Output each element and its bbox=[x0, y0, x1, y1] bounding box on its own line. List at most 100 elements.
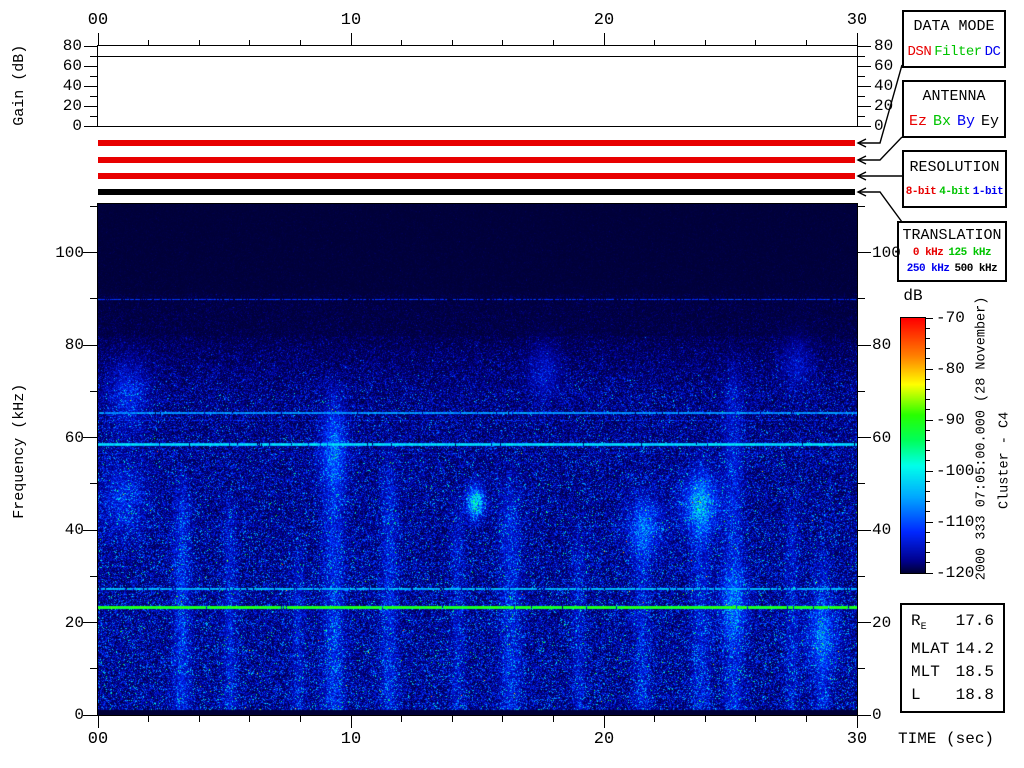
colorbar-minor-tick bbox=[925, 378, 930, 380]
data-mode-option-filter: Filter bbox=[934, 43, 982, 60]
colorbar-tick-label: -70 bbox=[936, 309, 965, 327]
top-axis-minor-tick bbox=[805, 40, 807, 46]
bottom-axis-major-tick bbox=[350, 715, 352, 728]
info-value-l: 18.8 bbox=[955, 685, 994, 704]
colorbar-tick-label: -100 bbox=[936, 462, 975, 480]
gain-minor-tick-left bbox=[90, 115, 98, 117]
freq-major-tick-left bbox=[83, 252, 98, 254]
bottom-axis-minor-tick bbox=[198, 715, 200, 722]
top-axis-minor-tick bbox=[502, 40, 504, 46]
freq-tick-label-left: 20 bbox=[64, 613, 84, 632]
colorbar-tick-label: -110 bbox=[936, 513, 975, 531]
status-bar-2 bbox=[98, 157, 855, 163]
freq-minor-tick-right bbox=[857, 390, 865, 392]
translation-option-500khz: 500 kHz bbox=[954, 263, 998, 276]
colorbar-minor-tick bbox=[925, 460, 930, 462]
colorbar-minor-tick bbox=[925, 327, 930, 329]
colorbar-minor-tick bbox=[925, 552, 930, 554]
bottom-axis-minor-tick bbox=[654, 715, 656, 722]
info-row-mlt: MLT 18.5 bbox=[911, 664, 994, 680]
freq-major-tick-right bbox=[857, 437, 871, 439]
colorbar-minor-tick bbox=[925, 480, 930, 482]
info-value-re: 17.6 bbox=[955, 612, 994, 631]
freq-major-tick-right bbox=[857, 252, 871, 254]
resolution-arrowhead bbox=[856, 171, 867, 181]
colorbar-minor-tick bbox=[925, 439, 930, 441]
freq-tick-label-left: 0 bbox=[74, 706, 84, 724]
translation-title: TRANSLATION bbox=[902, 226, 1002, 244]
top-axis-minor-tick bbox=[704, 40, 706, 46]
colorbar-minor-tick bbox=[925, 531, 930, 533]
freq-tick-label-right: 100 bbox=[872, 243, 901, 262]
freq-minor-tick-left bbox=[90, 483, 98, 485]
resolution-option-1bit: 1-bit bbox=[972, 186, 1004, 198]
freq-major-tick-left bbox=[83, 622, 98, 623]
info-label-mlt: MLT bbox=[911, 662, 940, 681]
freq-major-tick-left bbox=[83, 714, 98, 716]
gain-major-tick-right bbox=[857, 85, 871, 87]
info-label-mlat: MLAT bbox=[911, 639, 950, 658]
gain-tick-label-left: 80 bbox=[62, 37, 82, 55]
freq-major-tick-left bbox=[83, 437, 98, 439]
translation-option-250khz: 250 kHz bbox=[906, 263, 950, 276]
top-axis-minor-tick bbox=[755, 40, 757, 46]
status-bar-4 bbox=[98, 189, 855, 195]
colorbar-tick-label: -80 bbox=[936, 360, 965, 378]
gain-minor-tick-left bbox=[90, 75, 98, 77]
info-value-mlat: 14.2 bbox=[955, 639, 994, 658]
freq-tick-label-right: 40 bbox=[872, 521, 892, 540]
colorbar-minor-tick bbox=[925, 450, 930, 452]
freq-major-tick-right bbox=[857, 714, 871, 716]
gain-minor-tick-right bbox=[857, 75, 865, 77]
bottom-axis-tick-label: 00 bbox=[87, 730, 109, 749]
gain-minor-tick-right bbox=[857, 95, 865, 97]
bottom-axis-minor-tick bbox=[451, 715, 453, 722]
freq-major-tick-left bbox=[83, 529, 98, 531]
gain-major-tick-left bbox=[84, 85, 98, 87]
freq-major-tick-right bbox=[857, 622, 871, 623]
translation-arrowhead bbox=[856, 187, 867, 197]
colorbar-minor-tick bbox=[925, 429, 930, 431]
status-bar-1 bbox=[98, 140, 855, 146]
freq-minor-tick-right bbox=[857, 483, 865, 485]
antenna-arrow-line bbox=[858, 136, 903, 161]
antenna-arrowhead bbox=[856, 155, 867, 165]
gain-major-tick-right bbox=[857, 125, 871, 127]
colorbar-minor-tick bbox=[925, 490, 930, 492]
freq-tick-label-left: 60 bbox=[64, 428, 84, 447]
freq-tick-label-right: 0 bbox=[872, 706, 882, 724]
resolution-legend-box: RESOLUTION 8-bit 4-bit 1-bit bbox=[902, 150, 1007, 208]
translation-arrow-line bbox=[858, 191, 903, 223]
resolution-option-8bit: 8-bit bbox=[905, 186, 937, 198]
bottom-axis-minor-tick bbox=[148, 715, 150, 722]
status-bar-3 bbox=[98, 173, 855, 179]
top-axis-major-tick bbox=[97, 33, 99, 46]
top-axis-tick-label: 20 bbox=[593, 11, 615, 30]
top-axis-minor-tick bbox=[249, 40, 251, 46]
colorbar-minor-tick bbox=[925, 541, 930, 543]
top-axis-minor-tick bbox=[148, 40, 150, 46]
gain-major-tick-right bbox=[857, 65, 871, 67]
bottom-axis-tick-label: 20 bbox=[593, 730, 615, 749]
freq-tick-label-left: 40 bbox=[64, 521, 84, 540]
data-mode-arrowhead bbox=[856, 138, 867, 148]
freq-minor-tick-left bbox=[90, 390, 98, 392]
bottom-axis-major-tick bbox=[856, 715, 858, 728]
top-axis-minor-tick bbox=[654, 40, 656, 46]
frequency-axis-title: Frequency (kHz) bbox=[10, 383, 28, 519]
resolution-title: RESOLUTION bbox=[909, 159, 1000, 176]
gain-tick-label-right: 60 bbox=[874, 57, 894, 75]
freq-minor-tick-right bbox=[857, 298, 865, 300]
top-axis-tick-label: 10 bbox=[340, 11, 362, 30]
bottom-axis-tick-label: 10 bbox=[340, 730, 362, 749]
bottom-axis-minor-tick bbox=[704, 715, 706, 722]
antenna-option-by: By bbox=[957, 113, 976, 130]
colorbar-minor-tick bbox=[925, 562, 930, 564]
bottom-axis-minor-tick bbox=[552, 715, 554, 722]
freq-minor-tick-right bbox=[857, 575, 865, 577]
gain-minor-tick-right bbox=[857, 115, 865, 117]
colorbar-major-tick bbox=[925, 470, 933, 472]
colorbar-major-tick bbox=[925, 572, 933, 574]
bottom-axis-minor-tick bbox=[401, 715, 403, 722]
top-axis-minor-tick bbox=[198, 40, 200, 46]
